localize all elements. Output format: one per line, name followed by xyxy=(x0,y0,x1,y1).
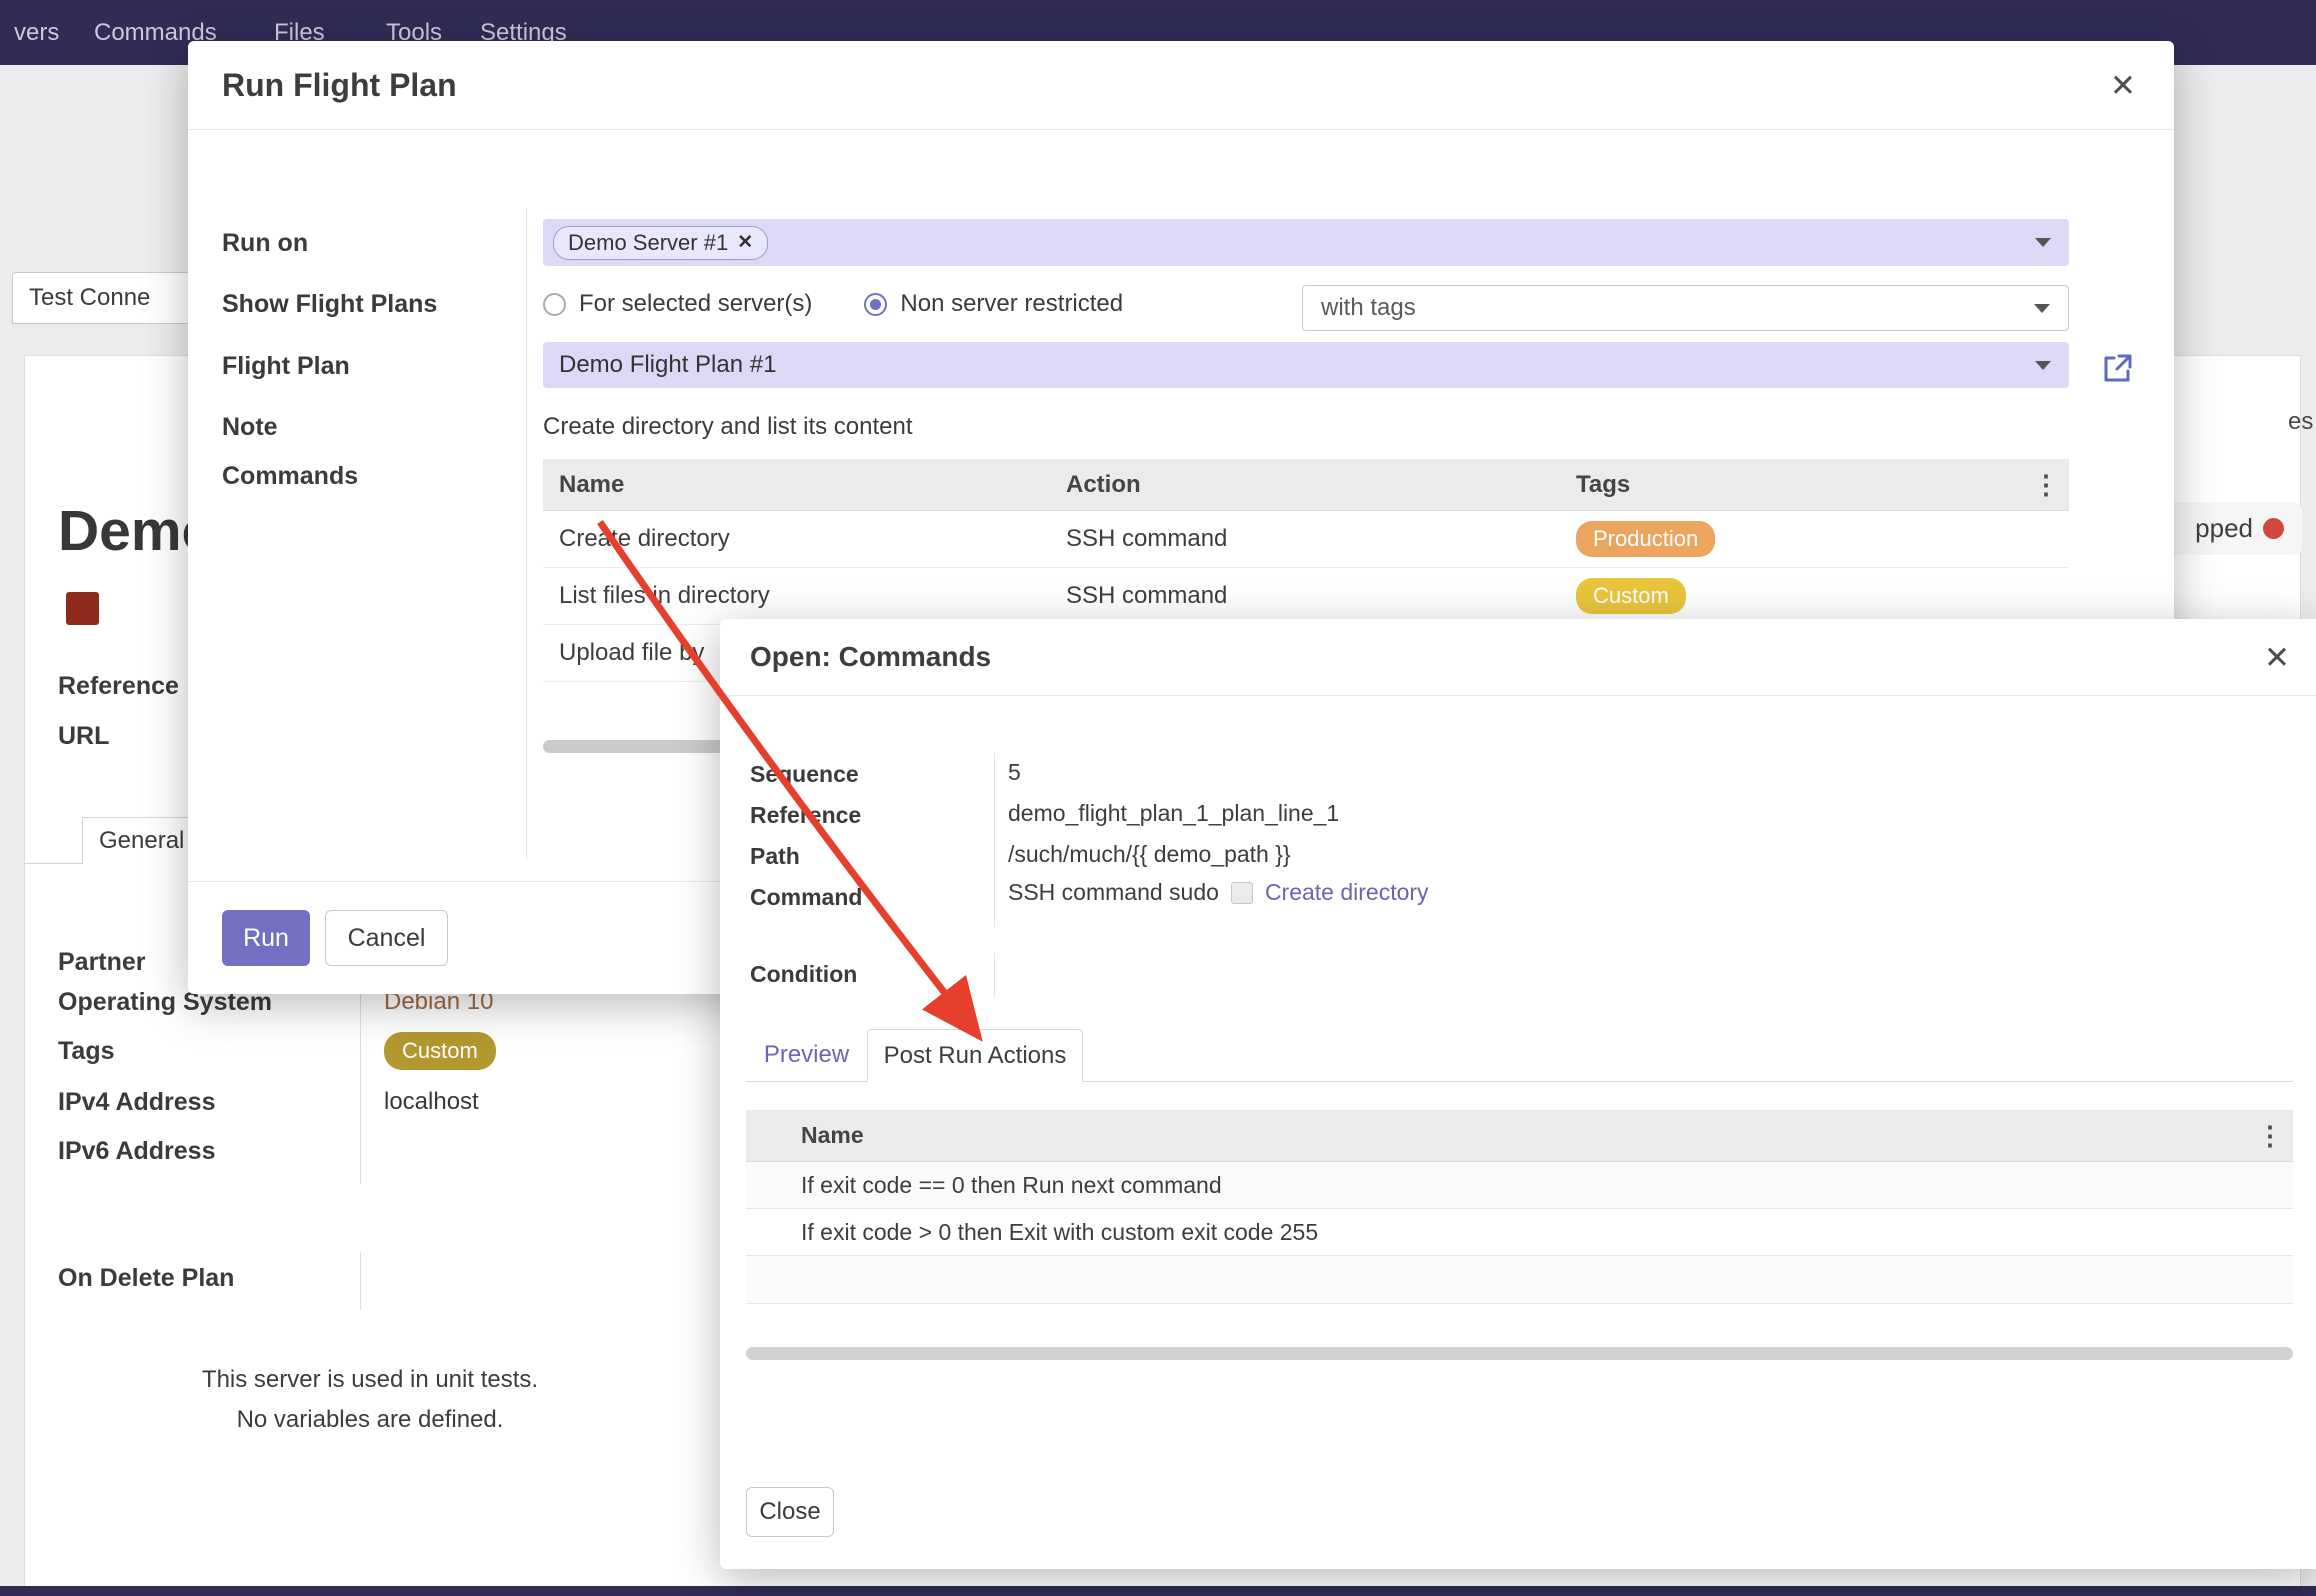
show-flight-plans-label: Show Flight Plans xyxy=(222,290,437,319)
row-action: SSH command xyxy=(1050,525,1560,553)
remove-chip-icon[interactable]: ✕ xyxy=(737,231,753,254)
reference-field-value: demo_flight_plan_1_plan_line_1 xyxy=(1008,800,1339,827)
open-commands-modal: Open: Commands ✕ Sequence 5 Reference de… xyxy=(720,619,2316,1569)
unit-test-note-line1: This server is used in unit tests. xyxy=(60,1360,680,1400)
server-chip-label: Demo Server #1 xyxy=(568,230,728,256)
note-label: Note xyxy=(222,413,278,442)
column-header-tags[interactable]: Tags xyxy=(1560,471,2069,499)
sequence-value: 5 xyxy=(1008,759,1021,786)
tabs-divider xyxy=(24,863,82,864)
form-label-divider xyxy=(526,209,527,859)
on-delete-plan-label: On Delete Plan xyxy=(58,1264,234,1293)
close-button[interactable]: Close xyxy=(746,1487,834,1537)
url-label: URL xyxy=(58,722,109,751)
empty-table-row xyxy=(746,1256,2293,1304)
tag-badge: Production xyxy=(1576,521,1715,557)
run-on-label: Run on xyxy=(222,229,308,258)
partner-label: Partner xyxy=(58,948,146,977)
reference-field-label: Reference xyxy=(750,802,861,829)
kebab-menu-icon[interactable]: ⋮ xyxy=(2033,469,2059,500)
create-directory-link[interactable]: Create directory xyxy=(1265,879,1429,906)
flight-plan-label: Flight Plan xyxy=(222,352,350,381)
run-on-field[interactable]: Demo Server #1 ✕ xyxy=(543,219,2069,266)
run-flight-plan-modal-header: Run Flight Plan ✕ xyxy=(188,41,2174,130)
note-value: Create directory and list its content xyxy=(543,413,913,441)
row-name: Create directory xyxy=(543,525,1050,553)
tab-preview[interactable]: Preview xyxy=(746,1029,867,1081)
open-commands-modal-title: Open: Commands xyxy=(750,641,991,673)
create-directory-checkbox[interactable] xyxy=(1231,882,1253,904)
unit-test-note-line2: No variables are defined. xyxy=(60,1400,680,1440)
sequence-label: Sequence xyxy=(750,761,859,788)
run-flight-plan-modal-title: Run Flight Plan xyxy=(222,67,457,104)
flight-plan-filter-radios: For selected server(s) Non server restri… xyxy=(543,289,1123,319)
command-value: SSH command sudo xyxy=(1008,879,1219,906)
close-icon[interactable]: ✕ xyxy=(2264,642,2290,673)
notebook-tabs: Preview Post Run Actions xyxy=(746,1029,2293,1082)
open-commands-modal-header: Open: Commands ✕ xyxy=(720,619,2316,696)
post-run-actions-table-header: Name ⋮ xyxy=(746,1110,2293,1162)
table-row[interactable]: If exit code == 0 then Run next command xyxy=(746,1162,2293,1209)
close-icon[interactable]: ✕ xyxy=(2110,70,2136,101)
ipv4-value: localhost xyxy=(384,1088,479,1116)
ipv6-label: IPv6 Address xyxy=(58,1137,215,1166)
caret-down-icon xyxy=(2034,304,2050,313)
bottom-bar xyxy=(0,1586,2316,1596)
run-button[interactable]: Run xyxy=(222,910,310,966)
status-badge-label: pped xyxy=(2195,513,2253,544)
external-link-icon[interactable] xyxy=(2100,351,2134,385)
form-label-divider xyxy=(360,1252,361,1310)
color-swatch[interactable] xyxy=(66,592,99,625)
row-name: If exit code > 0 then Exit with custom e… xyxy=(801,1219,2253,1246)
commands-table-header: Name Action Tags ⋮ xyxy=(543,459,2069,511)
radio-non-server-restricted[interactable] xyxy=(864,293,887,316)
radio-non-server-restricted-label: Non server restricted xyxy=(900,290,1123,318)
row-action: SSH command xyxy=(1050,582,1560,610)
caret-down-icon xyxy=(2035,361,2051,370)
flight-plan-field[interactable]: Demo Flight Plan #1 xyxy=(543,342,2069,388)
test-connection-button[interactable]: Test Conne xyxy=(12,272,207,324)
server-tag-badge: Custom xyxy=(384,1032,496,1070)
table-row[interactable]: If exit code > 0 then Exit with custom e… xyxy=(746,1209,2293,1256)
row-name: If exit code == 0 then Run next command xyxy=(801,1172,2253,1199)
nav-item-servers[interactable]: vers xyxy=(0,0,73,65)
form-label-divider xyxy=(994,953,995,997)
caret-down-icon xyxy=(2035,238,2051,247)
with-tags-select-value: with tags xyxy=(1321,294,1416,322)
command-value-row: SSH command sudo Create directory xyxy=(1008,879,1429,906)
row-name: List files in directory xyxy=(543,582,1050,610)
form-label-divider xyxy=(994,753,995,927)
column-header-name[interactable]: Name xyxy=(543,471,1050,499)
commands-label: Commands xyxy=(222,462,358,491)
status-dot-icon xyxy=(2263,518,2284,539)
tags-label: Tags xyxy=(58,1037,115,1066)
column-header-name[interactable]: Name xyxy=(801,1122,2253,1149)
command-label: Command xyxy=(750,884,862,911)
unit-test-note: This server is used in unit tests. No va… xyxy=(60,1360,680,1440)
table-row[interactable]: List files in directory SSH command Cust… xyxy=(543,568,2069,625)
path-value: /such/much/{{ demo_path }} xyxy=(1008,841,1291,868)
tag-badge: Custom xyxy=(1576,578,1686,614)
tab-post-run-actions[interactable]: Post Run Actions xyxy=(867,1029,1083,1082)
horizontal-scrollbar[interactable] xyxy=(746,1347,2293,1360)
right-panel-label-fragment: es xyxy=(2288,408,2313,436)
flight-plan-value: Demo Flight Plan #1 xyxy=(559,351,776,379)
reference-label: Reference xyxy=(58,672,179,701)
with-tags-select[interactable]: with tags xyxy=(1302,285,2069,331)
column-header-action[interactable]: Action xyxy=(1050,471,1560,499)
post-run-actions-table: Name ⋮ If exit code == 0 then Run next c… xyxy=(746,1110,2293,1304)
server-chip[interactable]: Demo Server #1 ✕ xyxy=(553,226,768,260)
path-label: Path xyxy=(750,843,800,870)
table-row[interactable]: Create directory SSH command Production xyxy=(543,511,2069,568)
kebab-menu-icon[interactable]: ⋮ xyxy=(2257,1120,2283,1151)
cancel-button[interactable]: Cancel xyxy=(325,910,448,966)
ipv4-label: IPv4 Address xyxy=(58,1088,215,1117)
condition-label: Condition xyxy=(750,961,857,988)
radio-for-selected-servers[interactable] xyxy=(543,293,566,316)
radio-for-selected-servers-label: For selected server(s) xyxy=(579,290,812,318)
